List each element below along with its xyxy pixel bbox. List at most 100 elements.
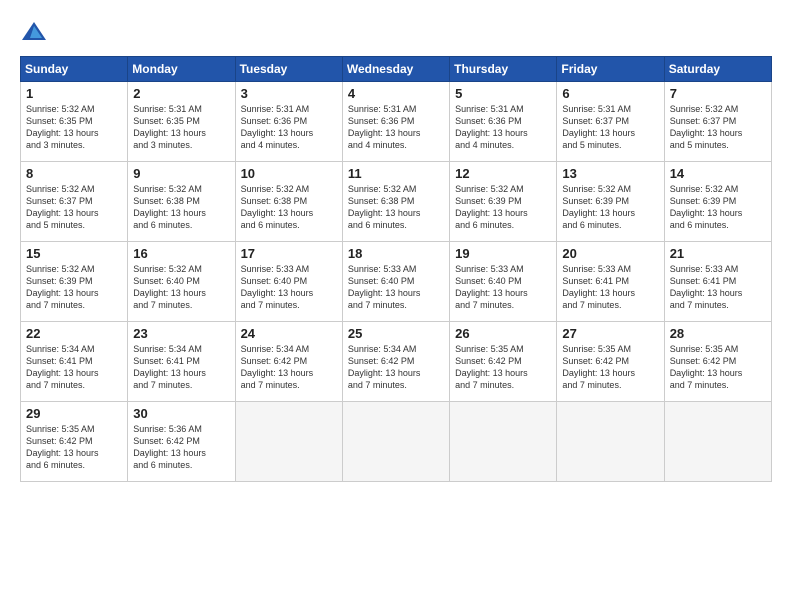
cell-info: Sunrise: 5:33 AM Sunset: 6:41 PM Dayligh… — [670, 263, 766, 312]
calendar-cell — [664, 402, 771, 482]
calendar-cell: 3 Sunrise: 5:31 AM Sunset: 6:36 PM Daylig… — [235, 82, 342, 162]
cell-info: Sunrise: 5:32 AM Sunset: 6:35 PM Dayligh… — [26, 103, 122, 152]
header — [20, 18, 772, 46]
day-number: 23 — [133, 326, 229, 341]
calendar-cell: 16 Sunrise: 5:32 AM Sunset: 6:40 PM Dayli… — [128, 242, 235, 322]
weekday-saturday: Saturday — [664, 57, 771, 82]
weekday-monday: Monday — [128, 57, 235, 82]
cell-info: Sunrise: 5:34 AM Sunset: 6:42 PM Dayligh… — [241, 343, 337, 392]
cell-info: Sunrise: 5:32 AM Sunset: 6:39 PM Dayligh… — [26, 263, 122, 312]
calendar-cell: 24 Sunrise: 5:34 AM Sunset: 6:42 PM Dayli… — [235, 322, 342, 402]
day-number: 22 — [26, 326, 122, 341]
logo — [20, 18, 52, 46]
day-number: 1 — [26, 86, 122, 101]
day-number: 28 — [670, 326, 766, 341]
day-number: 13 — [562, 166, 658, 181]
day-number: 11 — [348, 166, 444, 181]
cell-info: Sunrise: 5:36 AM Sunset: 6:42 PM Dayligh… — [133, 423, 229, 472]
calendar-cell: 4 Sunrise: 5:31 AM Sunset: 6:36 PM Daylig… — [342, 82, 449, 162]
weekday-friday: Friday — [557, 57, 664, 82]
day-number: 17 — [241, 246, 337, 261]
cell-info: Sunrise: 5:34 AM Sunset: 6:42 PM Dayligh… — [348, 343, 444, 392]
day-number: 8 — [26, 166, 122, 181]
weekday-wednesday: Wednesday — [342, 57, 449, 82]
cell-info: Sunrise: 5:31 AM Sunset: 6:36 PM Dayligh… — [348, 103, 444, 152]
day-number: 5 — [455, 86, 551, 101]
calendar-cell: 28Sunrise: 5:35 AM Sunset: 6:42 PM Dayli… — [664, 322, 771, 402]
cell-info: Sunrise: 5:32 AM Sunset: 6:39 PM Dayligh… — [670, 183, 766, 232]
cell-info: Sunrise: 5:32 AM Sunset: 6:37 PM Dayligh… — [670, 103, 766, 152]
day-number: 10 — [241, 166, 337, 181]
day-number: 15 — [26, 246, 122, 261]
calendar-cell: 9 Sunrise: 5:32 AM Sunset: 6:38 PM Daylig… — [128, 162, 235, 242]
cell-info: Sunrise: 5:31 AM Sunset: 6:35 PM Dayligh… — [133, 103, 229, 152]
cell-info: Sunrise: 5:32 AM Sunset: 6:39 PM Dayligh… — [455, 183, 551, 232]
calendar-cell — [235, 402, 342, 482]
cell-info: Sunrise: 5:35 AM Sunset: 6:42 PM Dayligh… — [562, 343, 658, 392]
cell-info: Sunrise: 5:33 AM Sunset: 6:40 PM Dayligh… — [455, 263, 551, 312]
calendar-cell: 20Sunrise: 5:33 AM Sunset: 6:41 PM Dayli… — [557, 242, 664, 322]
calendar-week-1: 1 Sunrise: 5:32 AM Sunset: 6:35 PM Daylig… — [21, 82, 772, 162]
page: SundayMondayTuesdayWednesdayThursdayFrid… — [0, 0, 792, 612]
calendar-cell: 2 Sunrise: 5:31 AM Sunset: 6:35 PM Daylig… — [128, 82, 235, 162]
cell-info: Sunrise: 5:32 AM Sunset: 6:38 PM Dayligh… — [348, 183, 444, 232]
calendar-cell: 18Sunrise: 5:33 AM Sunset: 6:40 PM Dayli… — [342, 242, 449, 322]
cell-info: Sunrise: 5:32 AM Sunset: 6:39 PM Dayligh… — [562, 183, 658, 232]
day-number: 19 — [455, 246, 551, 261]
day-number: 18 — [348, 246, 444, 261]
day-number: 7 — [670, 86, 766, 101]
calendar-cell: 25 Sunrise: 5:34 AM Sunset: 6:42 PM Dayli… — [342, 322, 449, 402]
calendar-cell: 30 Sunrise: 5:36 AM Sunset: 6:42 PM Dayli… — [128, 402, 235, 482]
calendar-cell: 12 Sunrise: 5:32 AM Sunset: 6:39 PM Dayli… — [450, 162, 557, 242]
calendar-cell: 19 Sunrise: 5:33 AM Sunset: 6:40 PM Dayli… — [450, 242, 557, 322]
calendar-cell: 23 Sunrise: 5:34 AM Sunset: 6:41 PM Dayli… — [128, 322, 235, 402]
day-number: 14 — [670, 166, 766, 181]
cell-info: Sunrise: 5:34 AM Sunset: 6:41 PM Dayligh… — [26, 343, 122, 392]
logo-icon — [20, 18, 48, 46]
calendar-cell: 13 Sunrise: 5:32 AM Sunset: 6:39 PM Dayli… — [557, 162, 664, 242]
calendar-cell: 29 Sunrise: 5:35 AM Sunset: 6:42 PM Dayli… — [21, 402, 128, 482]
cell-info: Sunrise: 5:35 AM Sunset: 6:42 PM Dayligh… — [26, 423, 122, 472]
day-number: 4 — [348, 86, 444, 101]
day-number: 12 — [455, 166, 551, 181]
calendar-cell — [450, 402, 557, 482]
weekday-header-row: SundayMondayTuesdayWednesdayThursdayFrid… — [21, 57, 772, 82]
weekday-sunday: Sunday — [21, 57, 128, 82]
calendar-cell: 11 Sunrise: 5:32 AM Sunset: 6:38 PM Dayli… — [342, 162, 449, 242]
calendar-cell: 15 Sunrise: 5:32 AM Sunset: 6:39 PM Dayli… — [21, 242, 128, 322]
calendar-cell: 21 Sunrise: 5:33 AM Sunset: 6:41 PM Dayli… — [664, 242, 771, 322]
calendar-cell — [557, 402, 664, 482]
cell-info: Sunrise: 5:31 AM Sunset: 6:36 PM Dayligh… — [241, 103, 337, 152]
cell-info: Sunrise: 5:31 AM Sunset: 6:37 PM Dayligh… — [562, 103, 658, 152]
calendar-cell: 27Sunrise: 5:35 AM Sunset: 6:42 PM Dayli… — [557, 322, 664, 402]
day-number: 6 — [562, 86, 658, 101]
day-number: 16 — [133, 246, 229, 261]
calendar-table: SundayMondayTuesdayWednesdayThursdayFrid… — [20, 56, 772, 482]
day-number: 20 — [562, 246, 658, 261]
cell-info: Sunrise: 5:32 AM Sunset: 6:40 PM Dayligh… — [133, 263, 229, 312]
day-number: 30 — [133, 406, 229, 421]
calendar-cell: 1 Sunrise: 5:32 AM Sunset: 6:35 PM Daylig… — [21, 82, 128, 162]
cell-info: Sunrise: 5:35 AM Sunset: 6:42 PM Dayligh… — [455, 343, 551, 392]
cell-info: Sunrise: 5:31 AM Sunset: 6:36 PM Dayligh… — [455, 103, 551, 152]
day-number: 3 — [241, 86, 337, 101]
weekday-thursday: Thursday — [450, 57, 557, 82]
day-number: 9 — [133, 166, 229, 181]
day-number: 2 — [133, 86, 229, 101]
calendar-cell: 5 Sunrise: 5:31 AM Sunset: 6:36 PM Daylig… — [450, 82, 557, 162]
calendar-cell: 26 Sunrise: 5:35 AM Sunset: 6:42 PM Dayli… — [450, 322, 557, 402]
day-number: 25 — [348, 326, 444, 341]
cell-info: Sunrise: 5:34 AM Sunset: 6:41 PM Dayligh… — [133, 343, 229, 392]
calendar-week-5: 29 Sunrise: 5:35 AM Sunset: 6:42 PM Dayli… — [21, 402, 772, 482]
calendar-week-3: 15 Sunrise: 5:32 AM Sunset: 6:39 PM Dayli… — [21, 242, 772, 322]
day-number: 26 — [455, 326, 551, 341]
calendar-week-4: 22 Sunrise: 5:34 AM Sunset: 6:41 PM Dayli… — [21, 322, 772, 402]
calendar-cell: 8 Sunrise: 5:32 AM Sunset: 6:37 PM Daylig… — [21, 162, 128, 242]
cell-info: Sunrise: 5:32 AM Sunset: 6:37 PM Dayligh… — [26, 183, 122, 232]
day-number: 29 — [26, 406, 122, 421]
calendar-week-2: 8 Sunrise: 5:32 AM Sunset: 6:37 PM Daylig… — [21, 162, 772, 242]
cell-info: Sunrise: 5:32 AM Sunset: 6:38 PM Dayligh… — [133, 183, 229, 232]
day-number: 21 — [670, 246, 766, 261]
calendar-cell: 17Sunrise: 5:33 AM Sunset: 6:40 PM Dayli… — [235, 242, 342, 322]
day-number: 24 — [241, 326, 337, 341]
